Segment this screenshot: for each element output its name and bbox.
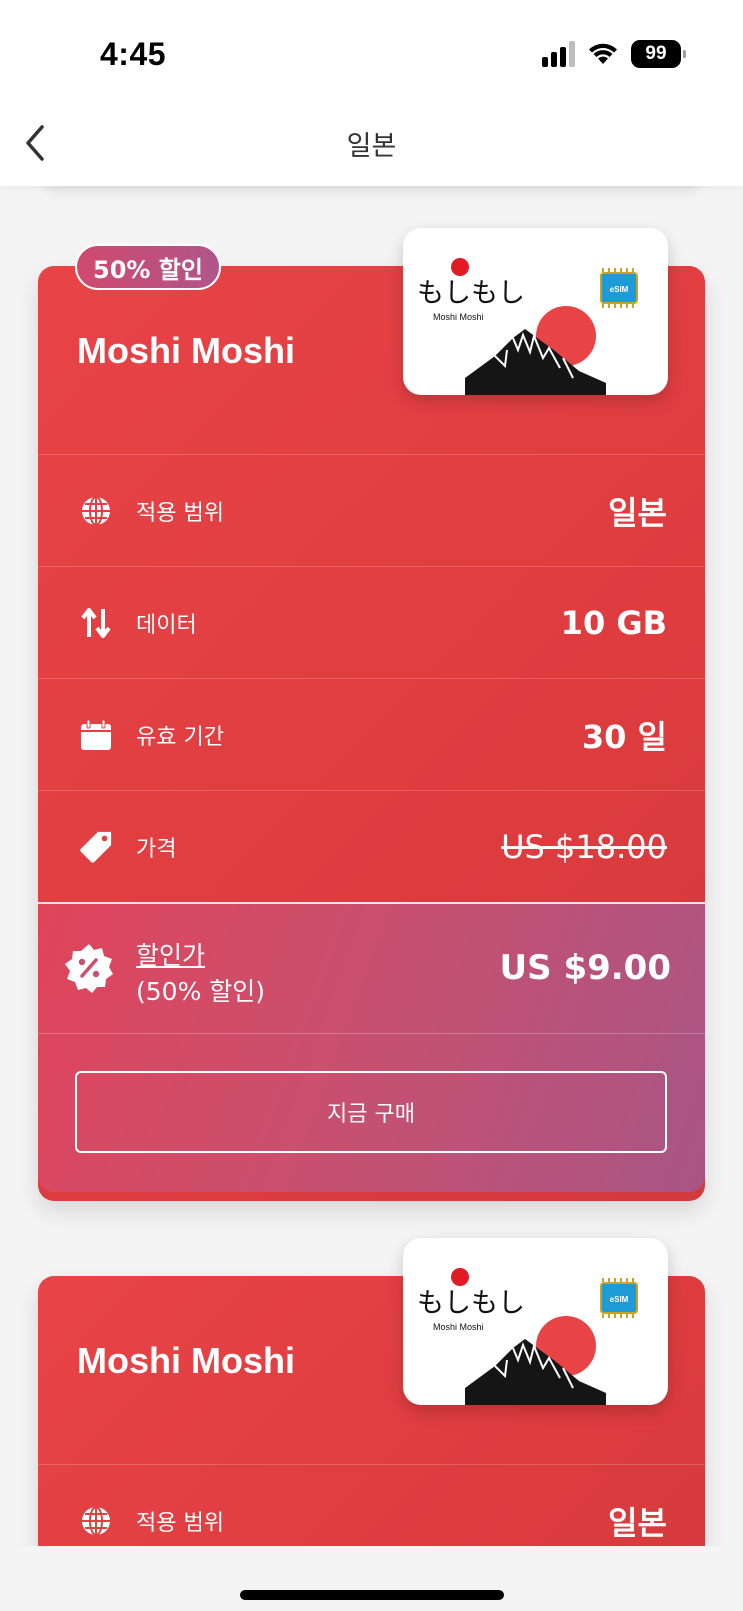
sim-brand-subtext: Moshi Moshi [433,312,484,322]
nav-bar: 일본 [0,100,743,186]
sim-card-image: もしもし Moshi Moshi eSIM [403,228,668,395]
calendar-icon [79,718,113,752]
info-label: 유효 기간 [136,724,224,750]
info-value: 일본 [608,1503,667,1542]
info-label: 데이터 [136,612,197,638]
esim-chip-label: eSIM [610,285,629,294]
sim-brand-text: もしもし [417,1288,525,1319]
sale-price-value: US $9.00 [499,948,671,988]
status-time: 4:45 [100,36,167,72]
sale-discount-note: (50% 할인) [136,977,266,1006]
home-indicator-area [0,1546,743,1611]
info-label: 적용 범위 [136,1510,224,1536]
plan-name: Moshi Moshi [77,1340,295,1381]
info-label: 적용 범위 [136,500,224,526]
sale-section: 할인가 (50% 할인) US $9.00 지금 구매 [38,902,705,1192]
globe-icon [79,1504,113,1538]
globe-icon [79,494,113,528]
esim-chip-icon: eSIM [600,1278,638,1318]
status-bar: 4:45 99 [0,0,743,100]
battery-icon: 99 [631,40,686,68]
info-row-validity: 유효 기간 30 일 [38,679,705,791]
esim-chip-label: eSIM [610,1295,629,1304]
info-value: 10 GB [560,603,667,642]
discount-badge-icon [65,944,113,993]
sale-price-row: 할인가 (50% 할인) US $9.00 [38,904,705,1034]
sim-brand-subtext: Moshi Moshi [433,1322,484,1332]
info-value: 30 일 [581,717,667,756]
plan-card: Moshi Moshi もしもし Moshi Moshi eSIM 적용 범위 … [38,1238,705,1546]
plan-list[interactable]: 50% 할인 Moshi Moshi もしもし Moshi Moshi eSIM… [0,186,743,1546]
wifi-icon [589,43,617,64]
plan-name: Moshi Moshi [77,330,295,371]
data-transfer-icon [79,606,113,640]
info-row-data: 데이터 10 GB [38,567,705,679]
buy-now-button[interactable]: 지금 구매 [75,1071,667,1153]
plan-card-header: Moshi Moshi もしもし Moshi Moshi eSIM [38,1238,705,1465]
plan-card-header: 50% 할인 Moshi Moshi もしもし Moshi Moshi eSIM [38,228,705,455]
info-label: 가격 [136,837,177,862]
sim-card-image: もしもし Moshi Moshi eSIM [403,1238,668,1405]
home-indicator[interactable] [240,1590,504,1600]
cellular-signal-icon [542,41,575,67]
info-row-coverage: 적용 범위 일본 [38,1465,705,1546]
plan-card: 50% 할인 Moshi Moshi もしもし Moshi Moshi eSIM… [38,228,705,1201]
esim-chip-icon: eSIM [600,268,638,308]
info-row-price: 가격 US $18.00 [38,791,705,903]
info-value: 일본 [608,493,667,532]
sale-price-label[interactable]: 할인가 [136,936,205,972]
status-icons: 99 [542,40,686,68]
sim-brand-text: もしもし [417,278,525,309]
original-price: US $18.00 [501,828,667,866]
discount-badge: 50% 할인 [75,244,221,290]
info-row-coverage: 적용 범위 일본 [38,455,705,567]
price-tag-icon [79,830,113,864]
page-title: 일본 [346,131,397,162]
